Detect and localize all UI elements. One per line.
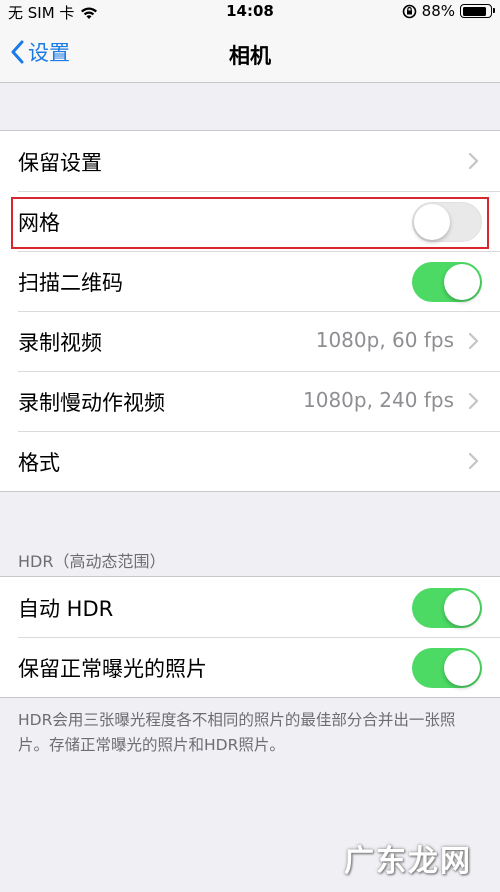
watermark-logo: 广东龙网 [344,845,472,878]
row-label: 录制视频 [18,331,102,355]
chevron-right-icon [468,152,479,170]
row-label: 录制慢动作视频 [18,391,165,415]
row-keep-normal-photo: 保留正常曝光的照片 [0,637,500,697]
page-title: 相机 [229,44,271,68]
chevron-right-icon [468,332,479,350]
status-bar: 无 SIM 卡 14:08 88% [0,0,500,24]
row-label: 扫描二维码 [18,271,123,295]
scan-qr-toggle[interactable] [412,262,482,302]
nav-bar: 设置 相机 [0,24,500,83]
row-auto-hdr: 自动 HDR [0,577,500,637]
toggle-knob [444,650,480,686]
hdr-footer-note: HDR会用三张曝光程度各不相同的照片的最佳部分合并出一张照片。存储正常曝光的照片… [18,711,456,754]
row-label: 格式 [18,451,60,475]
hdr-settings-group: 自动 HDR 保留正常曝光的照片 [0,576,500,698]
row-preserve-settings[interactable]: 保留设置 [0,131,500,191]
toggle-knob [414,203,450,240]
keep-normal-photo-toggle[interactable] [412,648,482,688]
chevron-right-icon [468,452,479,470]
row-record-video[interactable]: 录制视频 1080p, 60 fps [0,311,500,371]
toggle-knob [444,264,480,300]
battery-icon [460,4,495,18]
row-record-slomo[interactable]: 录制慢动作视频 1080p, 240 fps [0,371,500,431]
row-value: 1080p, 60 fps [315,328,454,352]
row-value: 1080p, 240 fps [303,388,454,412]
chevron-right-icon [468,392,479,410]
battery-percent: 88% [421,2,455,20]
row-label: 自动 HDR [18,597,114,621]
toggle-knob [444,590,480,626]
orientation-lock-icon [402,4,416,18]
hdr-section-header: HDR（高动态范围） [18,552,166,571]
battery-fill [462,6,487,16]
camera-settings-group: 保留设置 网格 扫描二维码 录制视频 1080p, 60 fps 录制慢动作视频… [0,130,500,492]
status-right: 88% [402,2,495,20]
auto-hdr-toggle[interactable] [412,588,482,628]
row-formats[interactable]: 格式 [0,431,500,491]
row-label: 保留正常曝光的照片 [18,657,207,681]
row-label: 保留设置 [18,151,102,175]
grid-toggle[interactable] [412,202,482,242]
row-scan-qr: 扫描二维码 [0,251,500,311]
row-grid: 网格 [0,191,500,251]
row-label: 网格 [18,211,60,235]
